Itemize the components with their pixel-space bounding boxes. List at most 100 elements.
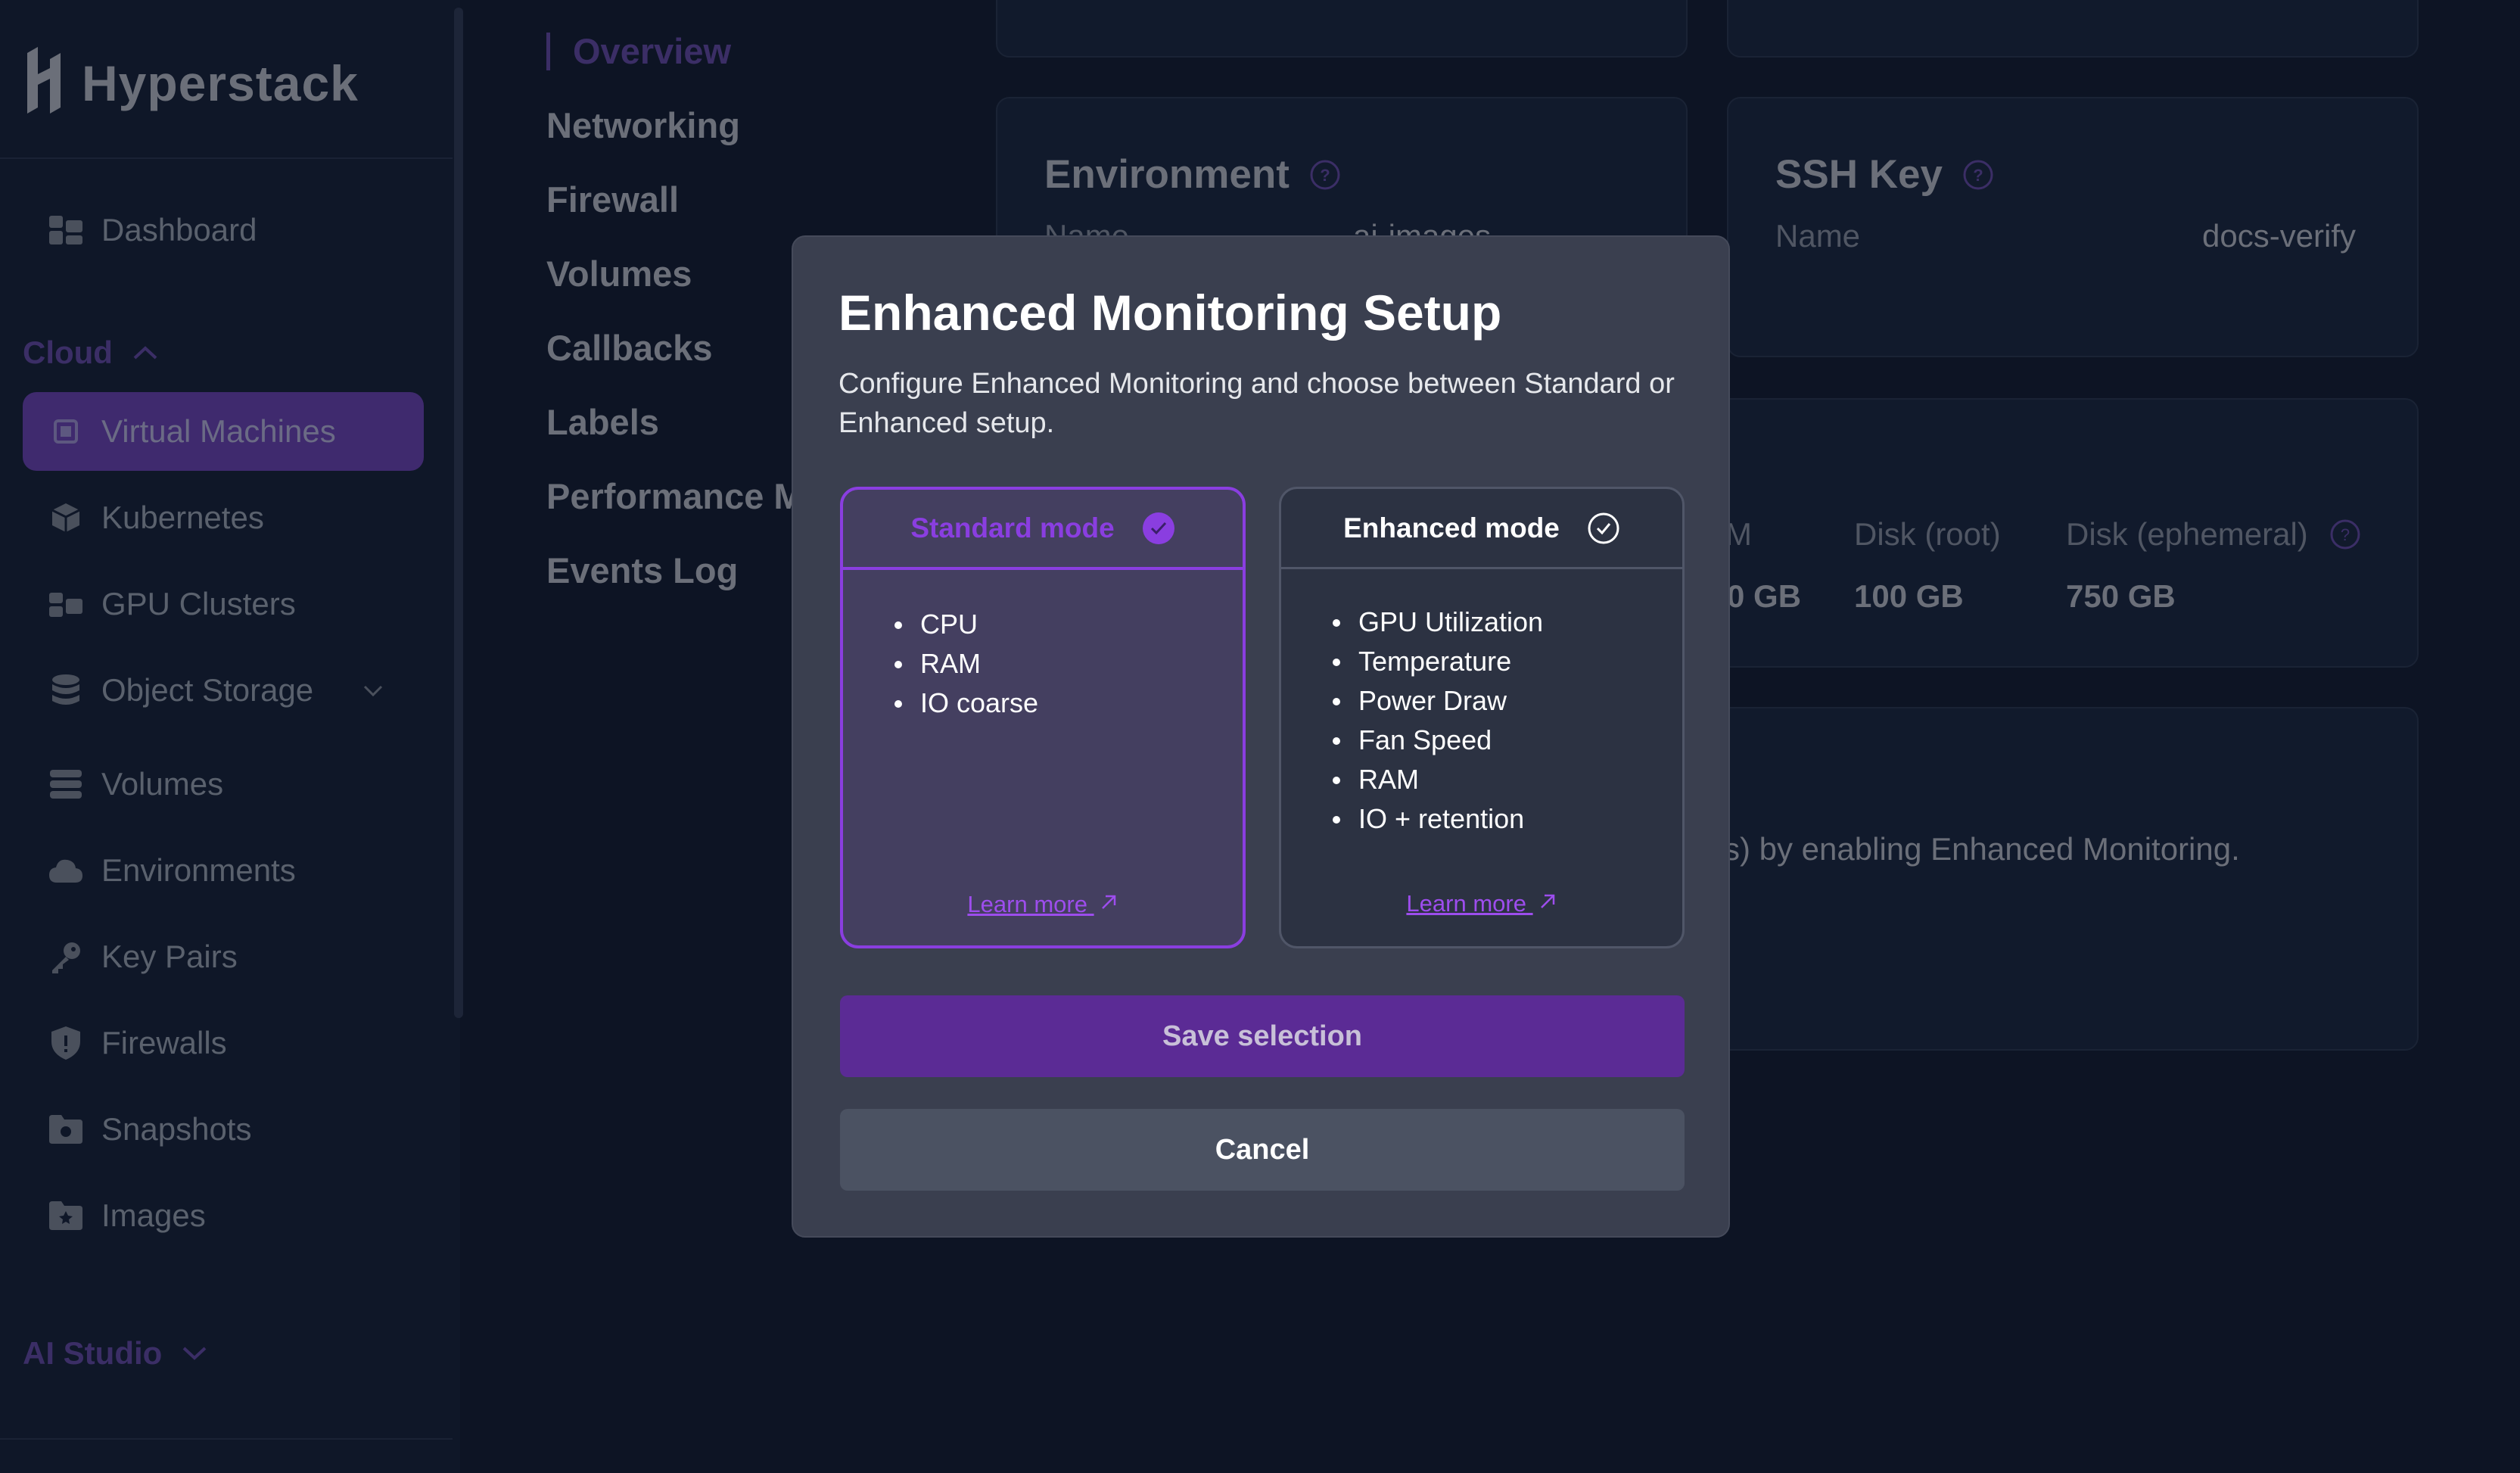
section-cloud-label: Cloud: [23, 335, 113, 370]
sidebar-item-environments[interactable]: Environments: [23, 831, 424, 910]
app-root: Hyperstack Dashboard Cloud Virtual Machi…: [0, 0, 2520, 1473]
section-ai-studio[interactable]: AI Studio: [23, 1335, 207, 1372]
help-icon[interactable]: ?: [1309, 159, 1341, 191]
sidebar-item-virtual-machines[interactable]: Virtual Machines: [23, 392, 424, 471]
sidebar-item-label: Virtual Machines: [101, 413, 336, 449]
tab-events-log[interactable]: Events Log: [546, 550, 738, 591]
enhanced-monitoring-modal: Enhanced Monitoring Setup Configure Enha…: [792, 235, 1730, 1238]
list-item: IO + retention: [1333, 799, 1543, 839]
disk-ephemeral-label: Disk (ephemeral) ?: [2066, 516, 2361, 553]
list-item: RAM: [1333, 760, 1543, 799]
sidebar-item-label: Volumes: [101, 766, 224, 802]
standard-mode-header: Standard mode: [843, 490, 1243, 570]
svg-text:?: ?: [1973, 166, 1983, 185]
sidebar-item-label: GPU Clusters: [101, 586, 296, 621]
tab-overview[interactable]: Overview: [546, 30, 731, 72]
sidebar-item-images[interactable]: Images: [23, 1176, 424, 1255]
tab-networking[interactable]: Networking: [546, 104, 740, 146]
enhanced-mode-features: GPU Utilization Temperature Power Draw F…: [1333, 603, 1543, 839]
sidebar-item-label: Firewalls: [101, 1025, 227, 1060]
hyperstack-logo-icon: [27, 47, 61, 114]
sidebar-item-key-pairs[interactable]: Key Pairs: [23, 917, 424, 996]
check-circle-outline-icon: [1588, 512, 1619, 543]
tab-firewall[interactable]: Firewall: [546, 179, 679, 220]
disk-ephemeral-label-text: Disk (ephemeral): [2066, 516, 2308, 552]
sidebar-item-label: Kubernetes: [101, 500, 264, 535]
chevron-down-icon: [364, 685, 383, 697]
logo-text: Hyperstack: [82, 54, 359, 111]
ssh-key-name-value: docs-verify: [2202, 218, 2357, 254]
sidebar: Hyperstack Dashboard Cloud Virtual Machi…: [0, 0, 460, 1473]
sidebar-divider-bottom: [0, 1438, 453, 1440]
sidebar-item-firewalls[interactable]: Firewalls: [23, 1004, 424, 1082]
shield-icon: [48, 1026, 83, 1060]
standard-mode-label: Standard mode: [910, 512, 1115, 543]
modal-title: Enhanced Monitoring Setup: [838, 285, 1502, 341]
sidebar-item-snapshots[interactable]: Snapshots: [23, 1090, 424, 1169]
list-item: GPU Utilization: [1333, 603, 1543, 642]
tab-volumes[interactable]: Volumes: [546, 253, 692, 294]
cluster-icon: [48, 587, 83, 621]
save-selection-button[interactable]: Save selection: [840, 995, 1685, 1077]
sidebar-item-label: Snapshots: [101, 1111, 252, 1147]
help-icon[interactable]: ?: [1962, 159, 1994, 191]
enhanced-mode-header: Enhanced mode: [1281, 489, 1682, 569]
sidebar-item-gpu-clusters[interactable]: GPU Clusters: [23, 565, 424, 643]
disk-root-value: 100 GB: [1854, 578, 1964, 614]
list-item: IO coarse: [894, 684, 1038, 723]
cube-icon: [48, 500, 83, 535]
modal-description: Configure Enhanced Monitoring and choose…: [838, 368, 1675, 439]
database-icon: [48, 673, 83, 708]
list-item: RAM: [894, 644, 1038, 684]
learn-more-text: Learn more: [1406, 890, 1526, 917]
learn-more-text: Learn more: [967, 891, 1087, 917]
standard-mode-option[interactable]: Standard mode CPU RAM IO coarse Learn mo…: [840, 487, 1246, 948]
dashboard-icon: [48, 213, 83, 248]
cloud-icon: [48, 853, 83, 888]
svg-text:?: ?: [2341, 525, 2350, 544]
sidebar-item-label: Key Pairs: [101, 939, 238, 974]
sidebar-divider: [0, 157, 453, 159]
disk-root-label: Disk (root): [1854, 516, 2001, 552]
list-item: Temperature: [1333, 642, 1543, 681]
cancel-button[interactable]: Cancel: [840, 1109, 1685, 1191]
card-ssh-key-title: SSH Key ?: [1775, 151, 1994, 198]
sidebar-item-volumes[interactable]: Volumes: [23, 745, 424, 824]
card-ssh-key: SSH Key ? Name docs-verify: [1727, 97, 2419, 357]
tab-performance-metrics[interactable]: Performance M: [546, 475, 804, 517]
chip-icon: [48, 414, 83, 449]
logo[interactable]: Hyperstack: [23, 47, 359, 119]
help-icon[interactable]: ?: [2329, 519, 2361, 550]
folder-icon: [48, 1112, 83, 1147]
sidebar-item-label: Environments: [101, 852, 296, 888]
chevron-up-icon: [133, 346, 157, 360]
chevron-down-icon: [182, 1347, 207, 1360]
standard-learn-more-link[interactable]: Learn more: [843, 891, 1243, 918]
ssh-key-name-label: Name: [1775, 218, 1861, 254]
sidebar-item-label: Dashboard: [101, 212, 257, 248]
svg-text:?: ?: [1320, 166, 1330, 185]
environment-title-text: Environment: [1044, 152, 1290, 197]
disk-ephemeral-value: 750 GB: [2066, 578, 2176, 614]
external-link-icon: [1540, 894, 1554, 908]
enhanced-learn-more-link[interactable]: Learn more: [1281, 890, 1682, 917]
card-top-right: [1727, 0, 2419, 58]
tab-labels[interactable]: Labels: [546, 401, 659, 443]
card-top-left: [996, 0, 1688, 58]
external-link-icon: [1101, 895, 1115, 909]
sidebar-scrollbar[interactable]: [454, 8, 463, 1018]
sidebar-item-kubernetes[interactable]: Kubernetes: [23, 478, 424, 557]
sidebar-item-object-storage[interactable]: Object Storage: [23, 651, 424, 730]
ssh-key-title-text: SSH Key: [1775, 152, 1943, 197]
ram-value: 0 GB: [1727, 578, 1802, 614]
active-indicator: [546, 32, 550, 70]
enhanced-mode-option[interactable]: Enhanced mode GPU Utilization Temperatur…: [1279, 487, 1685, 948]
sidebar-item-label: Object Storage: [101, 672, 314, 708]
section-cloud[interactable]: Cloud: [23, 335, 158, 371]
key-icon: [48, 939, 83, 974]
enhanced-mode-label: Enhanced mode: [1343, 512, 1560, 543]
sidebar-item-dashboard[interactable]: Dashboard: [23, 191, 424, 269]
list-item: Power Draw: [1333, 681, 1543, 721]
tab-callbacks[interactable]: Callbacks: [546, 327, 712, 369]
card-environment-title: Environment ?: [1044, 151, 1341, 198]
